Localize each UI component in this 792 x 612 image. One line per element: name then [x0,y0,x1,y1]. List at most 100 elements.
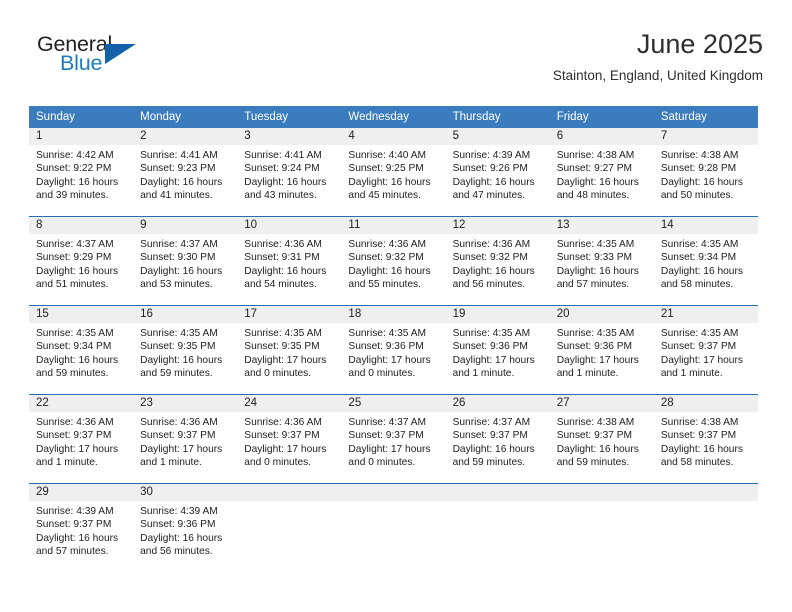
day-number: 22 [29,395,134,412]
sunset-text: Sunset: 9:37 PM [556,430,633,442]
day-cell-inner: 6 Sunrise: 4:38 AM Sunset: 9:27 PM Daylight… [549,128,654,216]
daylight-text-line1: Daylight: 17 hours [244,354,327,366]
calendar-day-cell[interactable]: 15 Sunrise: 4:35 AM Sunset: 9:34 PM Dayligh… [29,305,134,395]
sunrise-text: Sunrise: 4:38 AM [556,417,635,428]
sunrise-text: Sunrise: 4:37 AM [452,417,531,428]
calendar-day-cell[interactable]: 23 Sunrise: 4:36 AM Sunset: 9:37 PM Dayligh… [133,394,238,484]
calendar-day-cell[interactable]: 22 Sunrise: 4:36 AM Sunset: 9:37 PM Dayligh… [29,394,134,484]
day-details: Sunrise: 4:38 AM Sunset: 9:37 PM Daylight:… [654,412,758,470]
calendar-day-cell[interactable]: 26 Sunrise: 4:37 AM Sunset: 9:37 PM Dayligh… [445,394,550,484]
sunset-text: Sunset: 9:36 PM [452,341,528,353]
daylight-text-line1: Daylight: 17 hours [660,354,743,366]
daylight-text-line1: Daylight: 16 hours [140,532,223,544]
sunrise-text: Sunrise: 4:39 AM [36,506,114,517]
day-cell-inner: 29 Sunrise: 4:39 AM Sunset: 9:37 PM Dayligh… [29,484,134,572]
general-blue-logo[interactable]: General Blue [29,32,209,88]
daylight-text-line2: and 48 minutes. [556,190,630,202]
daylight-text-line2: and 45 minutes. [348,190,421,202]
calendar-day-cell[interactable]: 5 Sunrise: 4:39 AM Sunset: 9:26 PM Daylight… [445,128,550,217]
calendar-day-cell[interactable]: 6 Sunrise: 4:38 AM Sunset: 9:27 PM Daylight… [549,128,654,217]
calendar-day-cell[interactable]: 9 Sunrise: 4:37 AM Sunset: 9:30 PM Daylight… [133,216,238,306]
calendar-day-cell[interactable]: 2 Sunrise: 4:41 AM Sunset: 9:23 PM Daylight… [133,128,238,217]
day-details: Sunrise: 4:36 AM Sunset: 9:31 PM Daylight:… [237,234,341,292]
day-cell-inner: 5 Sunrise: 4:39 AM Sunset: 9:26 PM Daylight… [445,128,550,216]
sunrise-text: Sunrise: 4:41 AM [140,150,218,161]
calendar-day-cell[interactable]: 3 Sunrise: 4:41 AM Sunset: 9:24 PM Daylight… [237,128,342,217]
daylight-text-line2: and 1 minute. [556,368,619,380]
day-details [550,501,654,505]
daylight-text-line2: and 43 minutes. [244,190,317,202]
day-number: 6 [549,128,654,145]
day-details [341,501,445,505]
weekday-header-monday: Monday [133,106,238,128]
day-number: 19 [445,306,550,323]
day-number: 4 [341,128,446,145]
calendar-day-cell[interactable]: 20 Sunrise: 4:35 AM Sunset: 9:36 PM Dayligh… [549,305,654,395]
day-details: Sunrise: 4:39 AM Sunset: 9:26 PM Daylight:… [446,145,550,203]
calendar-day-cell[interactable]: 7 Sunrise: 4:38 AM Sunset: 9:28 PM Daylight… [653,128,758,217]
daylight-text-line1: Daylight: 17 hours [452,354,535,366]
calendar-day-cell[interactable]: 27 Sunrise: 4:38 AM Sunset: 9:37 PM Dayligh… [549,394,654,484]
sunset-text: Sunset: 9:37 PM [36,519,112,531]
daylight-text-line2: and 54 minutes. [244,279,317,291]
sunset-text: Sunset: 9:37 PM [660,430,737,442]
calendar-day-cell[interactable]: 8 Sunrise: 4:37 AM Sunset: 9:29 PM Daylight… [29,216,134,306]
day-details: Sunrise: 4:39 AM Sunset: 9:36 PM Daylight:… [133,501,237,559]
day-details: Sunrise: 4:39 AM Sunset: 9:37 PM Daylight:… [29,501,133,559]
sunset-text: Sunset: 9:35 PM [140,341,216,353]
day-number: 24 [237,395,342,412]
calendar-day-cell[interactable]: 21 Sunrise: 4:35 AM Sunset: 9:37 PM Dayligh… [653,305,758,395]
daylight-text-line2: and 1 minute. [36,457,98,469]
day-number: 10 [237,217,342,234]
day-cell-inner [653,484,758,572]
daylight-text-line1: Daylight: 16 hours [556,176,639,188]
calendar-day-cell[interactable]: 10 Sunrise: 4:36 AM Sunset: 9:31 PM Dayligh… [237,216,342,306]
daylight-text-line1: Daylight: 16 hours [660,265,743,277]
day-cell-inner: 3 Sunrise: 4:41 AM Sunset: 9:24 PM Daylight… [237,128,342,216]
weekday-header-thursday: Thursday [445,106,550,128]
day-cell-inner: 11 Sunrise: 4:36 AM Sunset: 9:32 PM Dayligh… [341,217,446,305]
calendar-day-cell[interactable]: 16 Sunrise: 4:35 AM Sunset: 9:35 PM Dayligh… [133,305,238,395]
calendar-day-cell[interactable]: 12 Sunrise: 4:36 AM Sunset: 9:32 PM Dayligh… [445,216,550,306]
calendar-day-cell[interactable]: 28 Sunrise: 4:38 AM Sunset: 9:37 PM Dayligh… [653,394,758,484]
day-number: 1 [29,128,134,145]
daylight-text-line2: and 53 minutes. [140,279,213,291]
sunrise-sunset-calendar: Sunday Monday Tuesday Wednesday Thursday… [29,106,758,572]
sunset-text: Sunset: 9:37 PM [244,430,320,442]
calendar-day-cell[interactable]: 1 Sunrise: 4:42 AM Sunset: 9:22 PM Daylight… [29,128,134,217]
calendar-day-cell[interactable]: 4 Sunrise: 4:40 AM Sunset: 9:25 PM Daylight… [341,128,446,217]
daylight-text-line2: and 57 minutes. [36,546,109,558]
daylight-text-line1: Daylight: 16 hours [36,265,119,277]
sunset-text: Sunset: 9:37 PM [348,430,424,442]
calendar-day-cell[interactable]: 19 Sunrise: 4:35 AM Sunset: 9:36 PM Dayligh… [445,305,550,395]
calendar-day-cell[interactable]: 30 Sunrise: 4:39 AM Sunset: 9:36 PM Dayligh… [133,483,238,572]
calendar-day-cell [341,483,446,572]
calendar-day-cell[interactable]: 14 Sunrise: 4:35 AM Sunset: 9:34 PM Dayligh… [653,216,758,306]
calendar-day-cell[interactable]: 11 Sunrise: 4:36 AM Sunset: 9:32 PM Dayligh… [341,216,446,306]
calendar-day-cell[interactable]: 18 Sunrise: 4:35 AM Sunset: 9:36 PM Dayligh… [341,305,446,395]
calendar-day-cell[interactable]: 17 Sunrise: 4:35 AM Sunset: 9:35 PM Dayligh… [237,305,342,395]
daylight-text-line1: Daylight: 16 hours [348,265,431,277]
daylight-text-line1: Daylight: 16 hours [244,176,327,188]
calendar-day-cell[interactable]: 25 Sunrise: 4:37 AM Sunset: 9:37 PM Dayligh… [341,394,446,484]
sunrise-text: Sunrise: 4:35 AM [140,328,218,339]
day-number [549,484,654,501]
day-number: 30 [133,484,238,501]
daylight-text-line1: Daylight: 17 hours [348,354,431,366]
calendar-day-cell[interactable]: 13 Sunrise: 4:35 AM Sunset: 9:33 PM Dayligh… [549,216,654,306]
weekday-header-wednesday: Wednesday [341,106,446,128]
day-cell-inner [445,484,550,572]
sunrise-text: Sunrise: 4:38 AM [660,150,739,161]
calendar-day-cell[interactable]: 29 Sunrise: 4:39 AM Sunset: 9:37 PM Dayligh… [29,483,134,572]
sunrise-text: Sunrise: 4:36 AM [36,417,114,428]
day-details [237,501,341,505]
calendar-day-cell[interactable]: 24 Sunrise: 4:36 AM Sunset: 9:37 PM Dayligh… [237,394,342,484]
day-number [341,484,446,501]
weekday-header-saturday: Saturday [653,106,758,128]
day-number: 12 [445,217,550,234]
title-block: June 2025 Stainton, England, United King… [553,28,763,86]
sunset-text: Sunset: 9:36 PM [556,341,633,353]
daylight-text-line2: and 58 minutes. [660,457,734,469]
calendar-day-cell [445,483,550,572]
day-number: 23 [133,395,238,412]
